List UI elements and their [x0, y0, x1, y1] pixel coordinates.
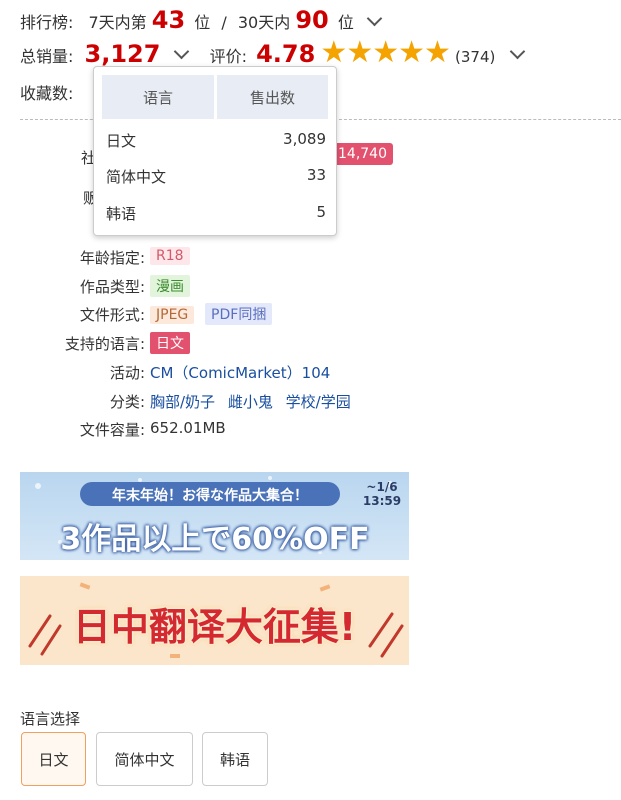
popup-header-language: 语言	[102, 75, 214, 119]
popup-row: 韩语 5	[106, 203, 326, 224]
rank-unit-1: 位	[194, 13, 211, 32]
translation-banner-text: 日中翻译大征集!	[72, 605, 357, 649]
favorites-label: 收藏数:	[20, 84, 74, 103]
size-label: 文件容量:	[79, 421, 145, 439]
sale-banner-date: ~1/6	[366, 480, 398, 494]
format-tag-jpeg[interactable]: JPEG	[150, 306, 195, 324]
genre-list: 胸部/奶子 雌小鬼 学校/学园	[150, 391, 351, 412]
genre-link[interactable]: 学校/学园	[286, 393, 351, 411]
type-label: 作品类型:	[79, 278, 145, 296]
lang-tag-jp[interactable]: 日文	[150, 332, 190, 354]
rating-chevron-down-icon[interactable]	[510, 43, 526, 60]
popup-row-sold: 33	[306, 166, 326, 184]
ranking-chevron-down-icon[interactable]	[366, 10, 383, 27]
thirty-day-rank: 90	[295, 6, 329, 34]
format-value: JPEG PDF同捆	[150, 303, 278, 325]
event-label: 活动:	[109, 364, 145, 382]
rating-count: (374)	[455, 48, 496, 66]
ranking-row: 排行榜: 7天内第 43 位 / 30天内 90 位	[20, 6, 383, 34]
genre-label: 分类:	[109, 393, 145, 411]
age-label: 年龄指定:	[79, 249, 145, 267]
popup-row: 日文 3,089	[106, 130, 326, 151]
popup-header-sold: 售出数	[217, 75, 328, 119]
sale-banner[interactable]: 年末年始！お得な作品大集合！ 3作品以上で60%OFF ~1/6 13:59	[20, 472, 409, 560]
popup-row-language: 简体中文	[106, 168, 167, 186]
thirty-day-prefix: 30天内	[237, 13, 291, 32]
genre-link[interactable]: 胸部/奶子	[150, 393, 215, 411]
age-tag[interactable]: R18	[150, 247, 190, 265]
size-value: 652.01MB	[150, 419, 226, 437]
seven-day-prefix: 7天内第	[88, 13, 147, 32]
sales-chevron-down-icon[interactable]	[173, 43, 189, 60]
sale-banner-time: 13:59	[362, 494, 402, 508]
event-link[interactable]: CM（ComicMarket）104	[150, 362, 330, 383]
genre-link[interactable]: 雌小鬼	[228, 393, 273, 411]
rating-value: 4.78	[256, 40, 316, 68]
popup-row-language: 日文	[106, 132, 137, 150]
language-option-jp[interactable]: 日文	[21, 732, 86, 786]
sales-row: 总销量: 3,127 评价: 4.78 ★★★★★ (374)	[20, 35, 526, 70]
lang-value: 日文	[150, 332, 196, 354]
ranking-label: 排行榜:	[20, 13, 74, 32]
format-label: 文件形式:	[79, 306, 145, 324]
seven-day-rank: 43	[151, 6, 186, 34]
rating-stars-icon: ★★★★★	[320, 35, 450, 70]
sales-label: 总销量:	[20, 47, 74, 66]
count-badge: 14,740	[332, 143, 393, 165]
type-value: 漫画	[150, 275, 196, 297]
popup-row-sold: 5	[316, 203, 326, 221]
language-option-ko[interactable]: 韩语	[202, 732, 268, 786]
rank-separator: /	[221, 13, 227, 32]
rank-unit-2: 位	[337, 13, 354, 32]
translation-banner[interactable]: 日中翻译大征集!	[20, 576, 409, 665]
sale-banner-top-text: 年末年始！お得な作品大集合！	[112, 488, 308, 504]
type-tag[interactable]: 漫画	[150, 275, 190, 297]
rating-label: 评价:	[209, 47, 248, 66]
format-tag-pdf[interactable]: PDF同捆	[205, 303, 273, 325]
popup-row-sold: 3,089	[283, 130, 326, 148]
language-option-zh[interactable]: 简体中文	[96, 732, 193, 786]
age-value: R18	[150, 246, 196, 265]
language-select-label: 语言选择	[20, 710, 81, 728]
sales-by-language-popup: 语言 售出数 日文 3,089 简体中文 33 韩语 5	[93, 66, 337, 236]
sale-banner-main-text: 3作品以上で60%OFF	[60, 522, 370, 557]
lang-label: 支持的语言:	[64, 335, 145, 353]
sales-value: 3,127	[84, 40, 161, 68]
popup-row-language: 韩语	[106, 205, 137, 223]
popup-row: 简体中文 33	[106, 166, 326, 187]
